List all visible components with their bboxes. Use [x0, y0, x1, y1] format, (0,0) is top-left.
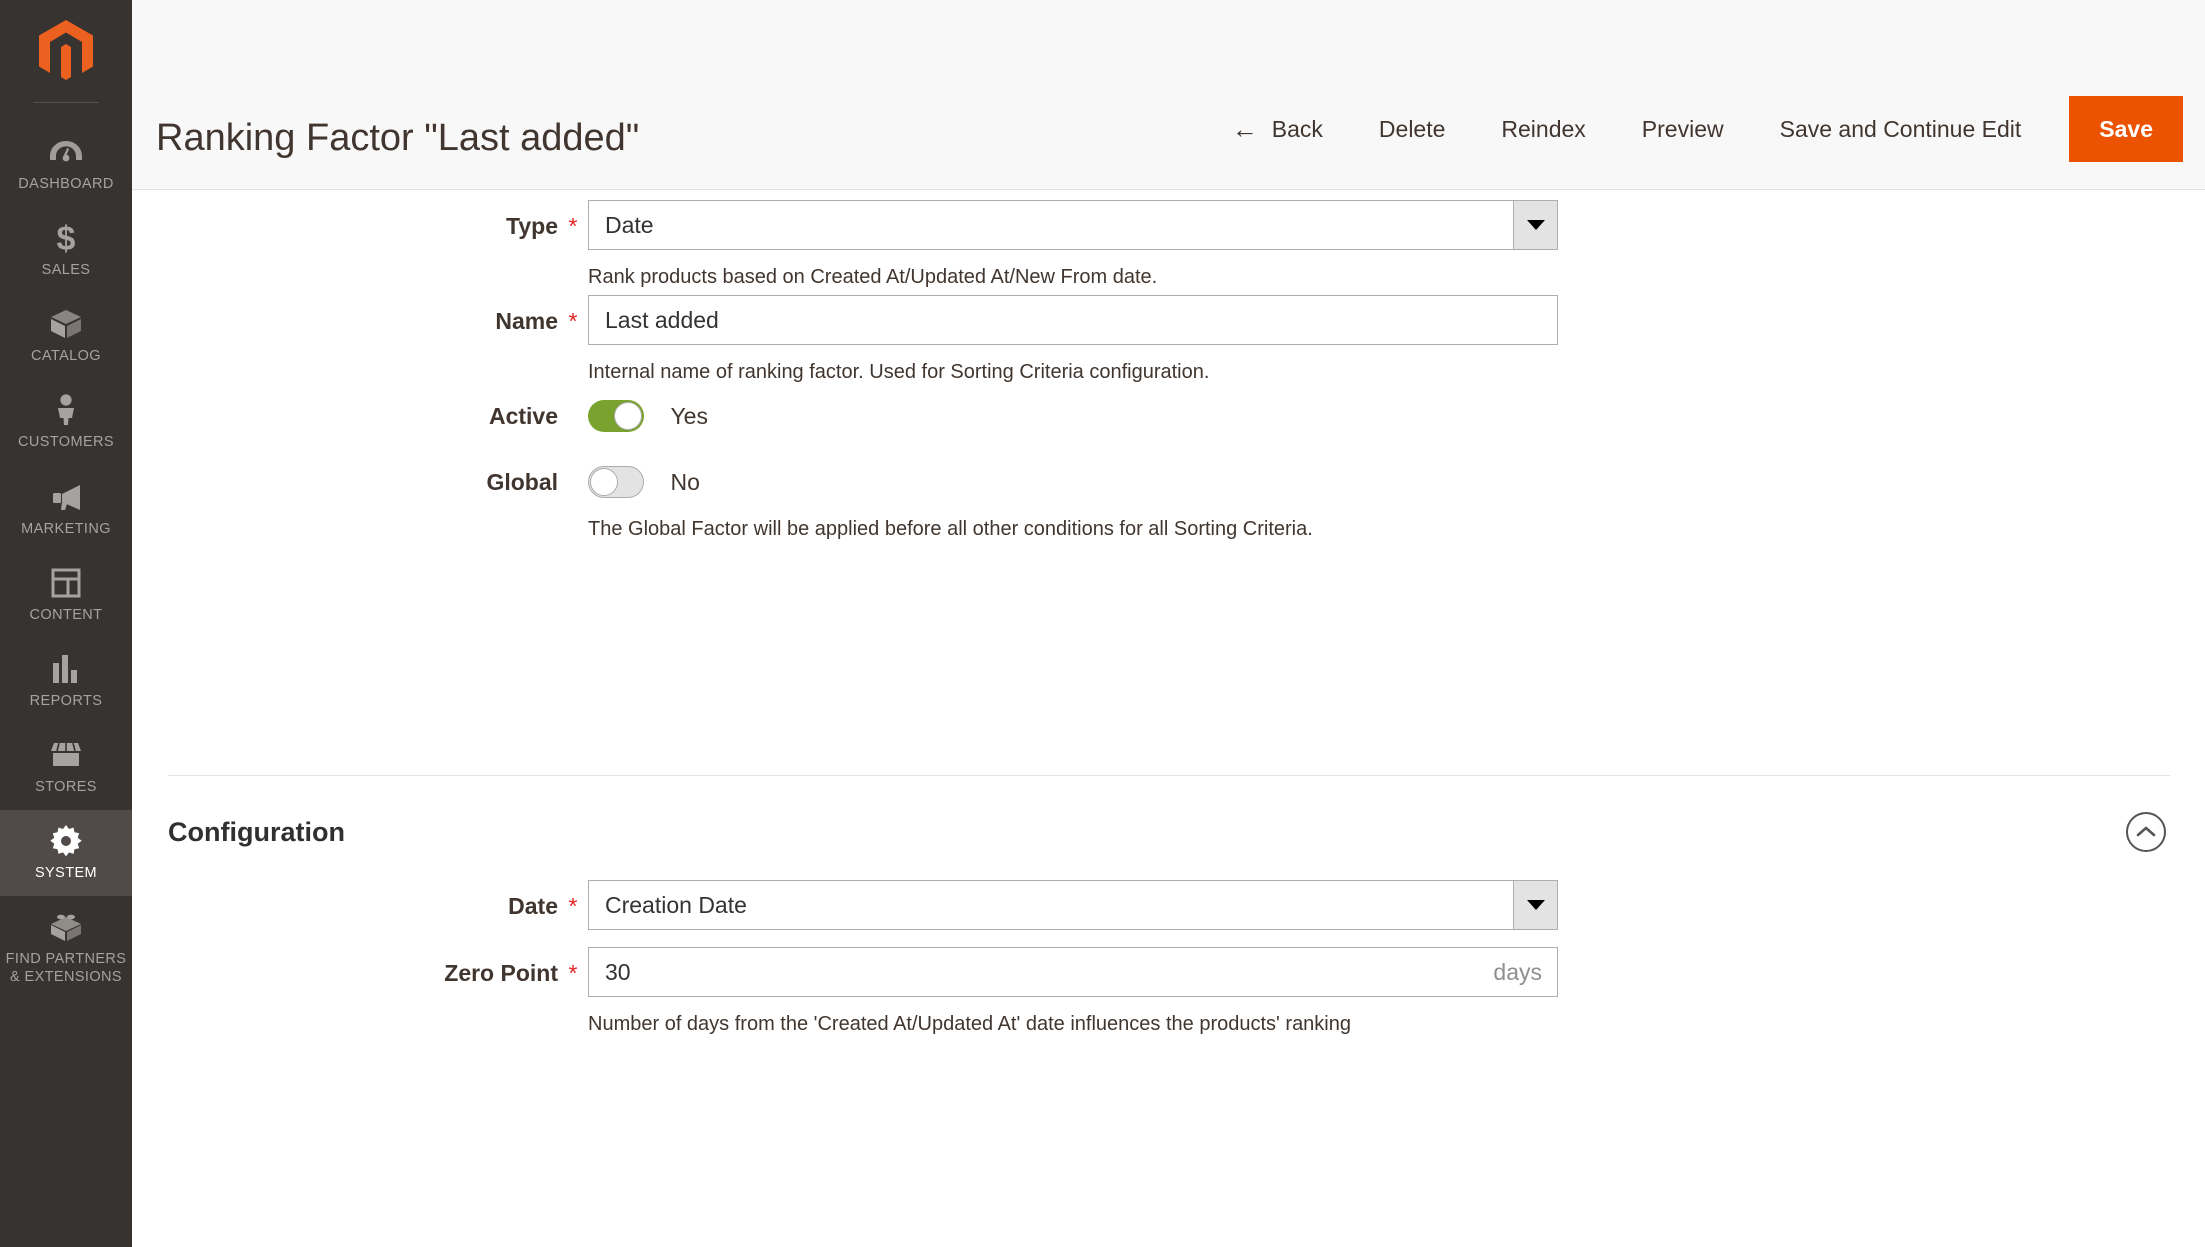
page-title: Ranking Factor "Last added" — [156, 117, 639, 160]
sidebar-item-marketing[interactable]: MARKETING — [0, 466, 132, 552]
sidebar-item-label: STORES — [35, 778, 97, 796]
required-marker: * — [558, 880, 588, 932]
zero-point-input[interactable] — [588, 947, 1558, 997]
zero-point-label: Zero Point* — [168, 947, 588, 999]
active-toggle[interactable] — [588, 400, 644, 432]
date-select-value[interactable] — [588, 880, 1558, 930]
field-row-global: Global No The Global Factor will be appl… — [168, 456, 1313, 542]
required-marker: * — [558, 947, 588, 999]
date-control — [588, 880, 1558, 930]
type-select[interactable] — [588, 200, 1558, 250]
megaphone-icon — [49, 480, 83, 514]
gear-icon — [50, 824, 82, 858]
sidebar-item-system[interactable]: SYSTEM — [0, 810, 132, 896]
sidebar-item-find-partners-extensions[interactable]: FIND PARTNERS & EXTENSIONS — [0, 896, 132, 1000]
admin-page: DASHBOARD $ SALES CATALOG — [0, 0, 2205, 1247]
storefront-icon — [50, 738, 82, 772]
sidebar-item-sales[interactable]: $ SALES — [0, 207, 132, 293]
chevron-down-icon[interactable] — [1513, 881, 1557, 929]
field-row-zero-point: Zero Point* days Number of days from the… — [168, 947, 1558, 1037]
toggle-knob — [614, 402, 642, 430]
sidebar-item-stores[interactable]: STORES — [0, 724, 132, 810]
sidebar-item-content[interactable]: CONTENT — [0, 552, 132, 638]
arrow-left-icon: ← — [1232, 116, 1258, 142]
type-label: Type* — [168, 200, 588, 252]
magento-logo[interactable] — [0, 0, 132, 102]
zero-point-help-text: Number of days from the 'Created At/Upda… — [588, 1011, 1558, 1037]
bar-chart-icon — [52, 652, 80, 686]
header-actions: ← Back Delete Reindex Preview Save and C… — [1204, 96, 2205, 162]
brick-icon — [50, 910, 82, 944]
sidebar-item-label: CATALOG — [31, 347, 101, 365]
toggle-knob — [590, 468, 618, 496]
save-and-continue-edit-label: Save and Continue Edit — [1780, 116, 2022, 143]
name-input[interactable] — [588, 295, 1558, 345]
global-toggle[interactable] — [588, 466, 644, 498]
name-control: Internal name of ranking factor. Used fo… — [588, 295, 1558, 385]
sidebar-item-label: DASHBOARD — [18, 175, 113, 193]
field-row-date: Date* — [168, 880, 1558, 932]
chevron-down-icon[interactable] — [1513, 201, 1557, 249]
reindex-button-label: Reindex — [1501, 116, 1585, 143]
zero-point-control: days Number of days from the 'Created At… — [588, 947, 1558, 1037]
active-toggle-state: Yes — [670, 400, 708, 432]
sidebar-item-label: SALES — [42, 261, 91, 279]
sidebar-item-label: MARKETING — [21, 520, 111, 538]
layout-icon — [51, 566, 81, 600]
back-button[interactable]: ← Back — [1204, 116, 1351, 143]
field-row-name: Name* Internal name of ranking factor. U… — [168, 295, 1558, 385]
sidebar-item-customers[interactable]: CUSTOMERS — [0, 379, 132, 465]
field-row-active: Active Yes — [168, 390, 708, 442]
type-help-text: Rank products based on Created At/Update… — [588, 264, 1558, 290]
required-marker: * — [558, 200, 588, 252]
global-help-text: The Global Factor will be applied before… — [588, 516, 1313, 542]
date-select[interactable] — [588, 880, 1558, 930]
sidebar-divider — [33, 102, 99, 103]
preview-button-label: Preview — [1642, 116, 1724, 143]
global-toggle-state: No — [670, 466, 699, 498]
section-divider — [168, 775, 2170, 776]
global-control: No The Global Factor will be applied bef… — [588, 456, 1313, 542]
name-help-text: Internal name of ranking factor. Used fo… — [588, 359, 1558, 385]
global-label: Global — [168, 456, 588, 508]
sidebar-nav: DASHBOARD $ SALES CATALOG — [0, 0, 132, 1247]
sidebar-item-label: CUSTOMERS — [18, 433, 114, 451]
save-and-continue-edit-button[interactable]: Save and Continue Edit — [1752, 116, 2050, 143]
active-label: Active — [168, 390, 588, 442]
field-row-type: Type* Rank products based on Created At/… — [168, 200, 1558, 290]
chevron-up-icon[interactable] — [2126, 812, 2166, 852]
svg-text:$: $ — [57, 221, 76, 255]
active-control: Yes — [588, 390, 708, 442]
type-select-value[interactable] — [588, 200, 1558, 250]
page-header: Ranking Factor "Last added" ← Back Delet… — [132, 0, 2205, 190]
preview-button[interactable]: Preview — [1614, 116, 1752, 143]
configuration-title: Configuration — [168, 817, 345, 848]
sidebar-item-label: REPORTS — [30, 692, 103, 710]
name-label: Name* — [168, 295, 588, 347]
magento-logo-icon — [39, 20, 93, 82]
delete-button[interactable]: Delete — [1351, 116, 1473, 143]
configuration-section-header[interactable]: Configuration — [168, 802, 2170, 862]
sidebar-item-dashboard[interactable]: DASHBOARD — [0, 121, 132, 207]
date-label: Date* — [168, 880, 588, 932]
reindex-button[interactable]: Reindex — [1473, 116, 1613, 143]
person-icon — [54, 393, 78, 427]
delete-button-label: Delete — [1379, 116, 1445, 143]
form-content: Type* Rank products based on Created At/… — [132, 190, 2205, 1247]
back-button-label: Back — [1272, 116, 1323, 143]
sidebar-item-label: CONTENT — [30, 606, 103, 624]
required-marker: * — [558, 295, 588, 347]
sidebar-item-label: SYSTEM — [35, 864, 97, 882]
zero-point-field: days — [588, 947, 1558, 997]
save-button[interactable]: Save — [2069, 96, 2183, 162]
sidebar-item-catalog[interactable]: CATALOG — [0, 293, 132, 379]
dollar-icon: $ — [55, 221, 77, 255]
type-control: Rank products based on Created At/Update… — [588, 200, 1558, 290]
sidebar-item-reports[interactable]: REPORTS — [0, 638, 132, 724]
dashboard-icon — [50, 135, 82, 169]
save-button-label: Save — [2099, 116, 2153, 143]
sidebar-item-label: FIND PARTNERS & EXTENSIONS — [6, 950, 127, 986]
box-icon — [50, 307, 82, 341]
